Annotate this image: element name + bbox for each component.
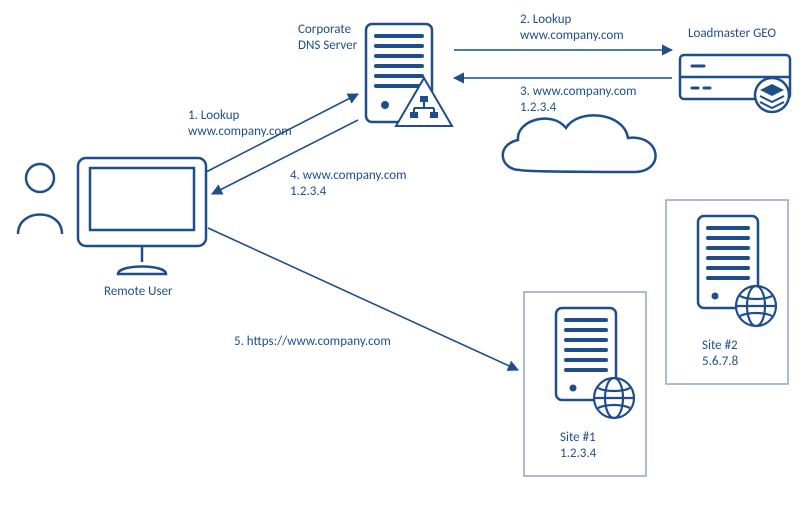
step-1-label: 1. Lookup www.company.com: [188, 108, 292, 141]
cloud-icon: [503, 115, 656, 172]
site-2-label: Site #2 5.6.7.8: [702, 338, 738, 371]
site-1-server-icon: [556, 308, 634, 418]
corporate-dns-label: Corporate DNS Server: [298, 22, 357, 55]
step-2-label: 2. Lookup www.company.com: [520, 12, 624, 45]
site-1-label: Site #1 1.2.3.4: [560, 430, 596, 463]
layers-icon: [755, 78, 789, 112]
remote-user-label: Remote User: [104, 284, 173, 300]
step-4-label: 4. www.company.com 1.2.3.4: [290, 168, 406, 201]
globe-icon: [594, 378, 634, 418]
loadmaster-geo-node: [680, 55, 790, 112]
corporate-dns-node: [366, 24, 452, 126]
diagram-canvas: [0, 0, 811, 510]
remote-user-node: [18, 158, 206, 274]
step-5-label: 5. https://www.company.com: [234, 334, 391, 350]
globe-icon: [736, 286, 776, 326]
loadmaster-geo-label: Loadmaster GEO: [688, 26, 776, 42]
step-3-label: 3. www.company.com 1.2.3.4: [520, 84, 636, 117]
site-2-server-icon: [698, 216, 776, 326]
